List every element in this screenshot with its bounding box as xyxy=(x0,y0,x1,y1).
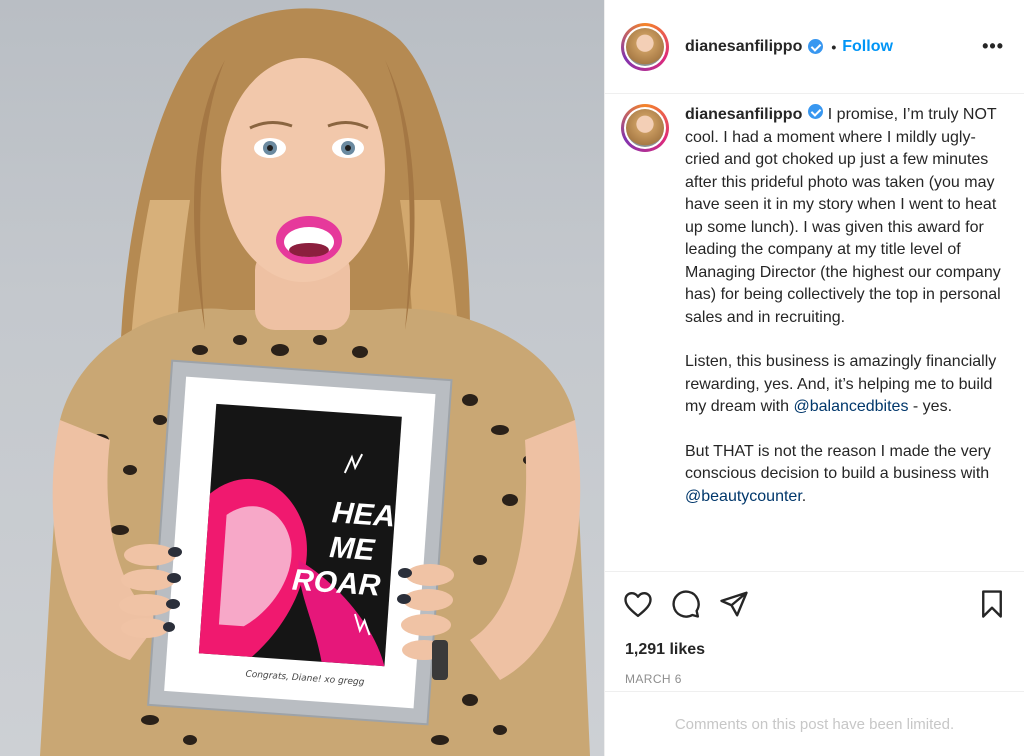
post-date[interactable]: MARCH 6 xyxy=(605,670,1024,688)
art-title-line-3: ROAR xyxy=(291,564,382,603)
caption-paragraph-3: But THAT is not the reason I made the ve… xyxy=(685,441,1003,509)
verified-badge-icon xyxy=(808,39,824,54)
mention-beautycounter[interactable]: @beautycounter xyxy=(685,488,802,505)
caption-avatar[interactable] xyxy=(621,104,669,152)
mention-balancedbites[interactable]: @balancedbites xyxy=(793,398,908,415)
caption-text: dianesanfilippo I promise, I’m truly NOT… xyxy=(685,104,1003,571)
follow-button[interactable]: Follow xyxy=(842,38,893,56)
caption-avatar-image xyxy=(626,109,664,147)
header-username[interactable]: dianesanfilippo xyxy=(685,38,802,56)
separator-dot: • xyxy=(831,38,837,55)
post-header: dianesanfilippo • Follow ••• xyxy=(605,0,1024,94)
post-photo[interactable]: HEAR ME ROAR Congrats, Diane! xo gregg xyxy=(0,0,604,756)
caption-paragraph-1: dianesanfilippo I promise, I’m truly NOT… xyxy=(685,104,1003,329)
instagram-post: HEAR ME ROAR Congrats, Diane! xo gregg d… xyxy=(0,0,1024,756)
caption-section: dianesanfilippo I promise, I’m truly NOT… xyxy=(605,94,1024,572)
caption-paragraph-3-text: But THAT is not the reason I made the ve… xyxy=(685,442,991,483)
bookmark-icon[interactable] xyxy=(978,589,1006,619)
caption-paragraph-3-end: . xyxy=(801,487,807,505)
share-icon[interactable] xyxy=(719,589,749,619)
action-bar xyxy=(605,572,1024,636)
heart-icon[interactable] xyxy=(623,590,653,618)
caption-paragraph-2-end: - yes. xyxy=(908,398,953,415)
likes-count[interactable]: 1,291 likes xyxy=(605,636,1024,664)
photo-illustration: HEAR ME ROAR Congrats, Diane! xo gregg xyxy=(40,8,590,756)
caption-paragraph-1-text: I promise, I’m truly NOT cool. I had a m… xyxy=(685,106,1001,326)
comment-icon[interactable] xyxy=(671,589,701,619)
avatar-image xyxy=(626,27,664,66)
caption-username[interactable]: dianesanfilippo xyxy=(685,106,802,123)
caption-verified-badge-icon xyxy=(808,104,824,119)
comments-limited-notice: Comments on this post have been limited. xyxy=(605,691,1024,756)
post-sidebar: dianesanfilippo • Follow ••• dianesanfil… xyxy=(604,0,1024,756)
header-username-wrap: dianesanfilippo • Follow xyxy=(685,38,893,56)
art-title-line-2: ME xyxy=(328,531,376,567)
art-title-line-1: HEAR xyxy=(331,496,418,535)
caption-paragraph-2: Listen, this business is amazingly finan… xyxy=(685,351,1003,419)
more-options-icon[interactable]: ••• xyxy=(978,36,1008,57)
avatar[interactable] xyxy=(621,22,669,71)
